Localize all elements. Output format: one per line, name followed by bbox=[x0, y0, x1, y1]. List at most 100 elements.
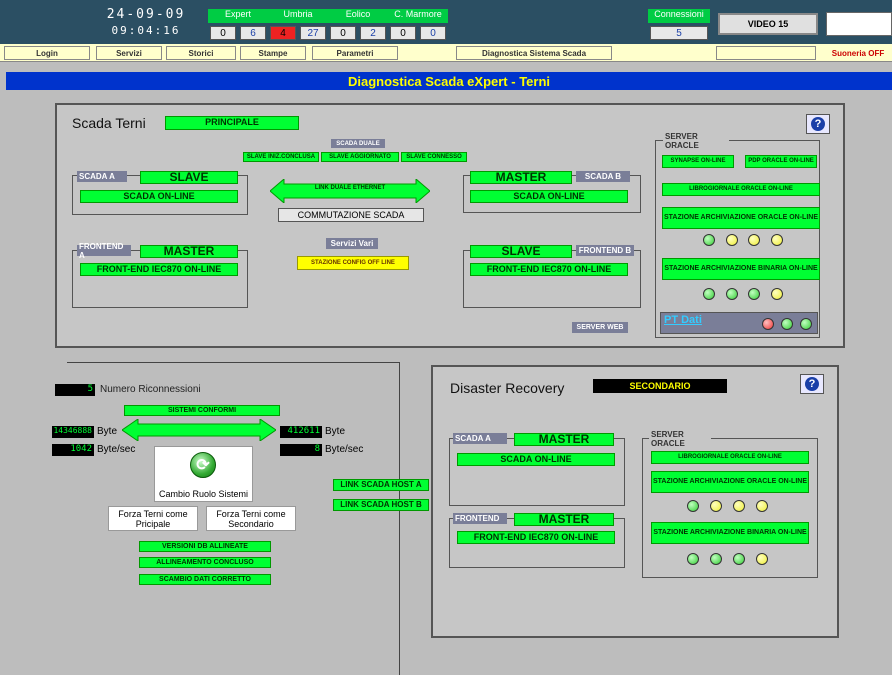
server-web-label: SERVER WEB bbox=[572, 322, 628, 333]
arch-oracle-status: STAZIONE ARCHIVIAZIONE ORACLE ON-LINE bbox=[662, 207, 820, 229]
pt-dati-link[interactable]: PT Dati bbox=[664, 314, 702, 326]
group-marmore-b: 0 bbox=[420, 26, 446, 40]
scada-a-label: SCADA A bbox=[77, 171, 127, 182]
dr-arch-oracle-status: STAZIONE ARCHIVIAZIONE ORACLE ON-LINE bbox=[651, 471, 809, 493]
left-rate-label: Byte/sec bbox=[97, 444, 136, 455]
login-button[interactable]: Login bbox=[4, 46, 90, 60]
dr-binaria-led-3 bbox=[733, 553, 745, 565]
dr-oracle-led-1 bbox=[687, 500, 699, 512]
dr-libro-status: LIBROGIORNALE ORACLE ON-LINE bbox=[651, 451, 809, 464]
help-icon: ? bbox=[805, 377, 819, 391]
refresh-icon: ⟳ bbox=[190, 452, 216, 478]
left-bytes-value: 14346888 bbox=[52, 426, 94, 438]
oracle-led-1 bbox=[703, 234, 715, 246]
empty-menu-slot bbox=[716, 46, 816, 60]
frontend-a-role: MASTER bbox=[140, 245, 238, 258]
group-umbria-a: 4 bbox=[270, 26, 296, 40]
link-duale-arrow bbox=[270, 179, 430, 203]
clock-time: 09:04:16 bbox=[111, 24, 181, 37]
group-expert-name: Expert bbox=[208, 9, 268, 23]
arch-binaria-status: STAZIONE ARCHIVIAZIONE BINARIA ON-LINE bbox=[662, 258, 820, 280]
libro-status: LIBROGIORNALE ORACLE ON-LINE bbox=[662, 183, 820, 196]
scada-a-role: SLAVE bbox=[140, 171, 238, 184]
group-expert[interactable]: Expert 0 6 bbox=[208, 9, 268, 42]
dr-oracle-led-2 bbox=[710, 500, 722, 512]
group-eolico[interactable]: Eolico 0 2 bbox=[328, 9, 388, 42]
left-rate-value: 1042 bbox=[52, 444, 94, 456]
pt-dati-led-2 bbox=[781, 318, 793, 330]
terni-help-button[interactable]: ? bbox=[806, 114, 830, 134]
dr-help-button[interactable]: ? bbox=[800, 374, 824, 394]
diagnostica-menu[interactable]: Diagnostica Sistema Scada bbox=[456, 46, 612, 60]
link-duale-arrow-shape bbox=[270, 179, 430, 203]
link-host-a: LINK SCADA HOST A bbox=[333, 479, 429, 491]
video-button[interactable]: VIDEO 15 bbox=[718, 13, 818, 35]
dr-arch-binaria-status: STAZIONE ARCHIVIAZIONE BINARIA ON-LINE bbox=[651, 522, 809, 544]
right-bytes-label: Byte bbox=[325, 426, 346, 437]
scambio-dati-status: SCAMBIO DATI CORRETTO bbox=[139, 574, 271, 585]
servizi-vari-label: Servizi Vari bbox=[326, 238, 378, 249]
link-duale-label: LINK DUALE ETHERNET bbox=[314, 185, 386, 191]
binaria-led-3 bbox=[748, 288, 760, 300]
link-bytes-arrow bbox=[122, 419, 276, 441]
forza-secondario-button[interactable]: Forza Terni come Secondario bbox=[206, 506, 296, 531]
servizi-menu[interactable]: Servizi bbox=[96, 46, 162, 60]
dr-scada-a-label: SCADA A bbox=[453, 433, 507, 444]
riconnessioni-value: 5 bbox=[55, 384, 95, 396]
dr-frontend-role: MASTER bbox=[514, 513, 614, 526]
group-marmore[interactable]: C. Marmore 0 0 bbox=[388, 9, 448, 42]
left-bytes-label: Byte bbox=[97, 426, 118, 437]
scada-b-label: SCADA B bbox=[576, 171, 630, 182]
scada-b-role: MASTER bbox=[470, 171, 572, 184]
parametri-menu[interactable]: Parametri bbox=[312, 46, 398, 60]
dr-binaria-led-4 bbox=[756, 553, 768, 565]
stazione-config-status: STAZIONE CONFIG OFF LINE bbox=[297, 256, 409, 270]
forza-principale-button[interactable]: Forza Terni come Pricipale bbox=[108, 506, 198, 531]
dr-oracle-led-3 bbox=[733, 500, 745, 512]
dr-frontend-status: FRONT-END IEC870 ON-LINE bbox=[457, 531, 615, 544]
dr-oracle-led-4 bbox=[756, 500, 768, 512]
oracle-label: SERVER ORACLE bbox=[663, 132, 729, 150]
page-title: Diagnostica Scada eXpert - Terni bbox=[6, 72, 892, 90]
dr-title: Disaster Recovery bbox=[450, 380, 565, 396]
right-bytes-value: 412611 bbox=[280, 426, 322, 438]
group-expert-a: 0 bbox=[210, 26, 236, 40]
pt-dati-led-1 bbox=[762, 318, 774, 330]
link-divider-top bbox=[67, 362, 399, 363]
connessioni[interactable]: Connessioni 5 bbox=[648, 9, 710, 42]
group-umbria[interactable]: Umbria 4 27 bbox=[268, 9, 328, 42]
link-divider-vertical bbox=[399, 362, 400, 675]
dr-scada-a-status: SCADA ON-LINE bbox=[457, 453, 615, 466]
frontend-b-label: FRONTEND B bbox=[576, 245, 634, 256]
connessioni-value: 5 bbox=[650, 26, 708, 40]
pt-dati-led-3 bbox=[800, 318, 812, 330]
suoneria-status[interactable]: Suoneria OFF bbox=[826, 46, 890, 60]
sistemi-conformi: SISTEMI CONFORMI bbox=[124, 405, 280, 416]
oracle-led-3 bbox=[748, 234, 760, 246]
group-marmore-a: 0 bbox=[390, 26, 416, 40]
group-eolico-b: 2 bbox=[360, 26, 386, 40]
binaria-led-1 bbox=[703, 288, 715, 300]
duale-status-3: SLAVE CONNESSO bbox=[401, 152, 467, 162]
commutazione-button[interactable]: COMMUTAZIONE SCADA bbox=[278, 208, 424, 222]
clock-date: 24-09-09 bbox=[106, 7, 186, 22]
binaria-led-4 bbox=[771, 288, 783, 300]
group-eolico-a: 0 bbox=[330, 26, 356, 40]
help-icon: ? bbox=[811, 117, 825, 131]
storici-menu[interactable]: Storici bbox=[166, 46, 236, 60]
stampe-menu[interactable]: Stampe bbox=[240, 46, 306, 60]
right-rate-label: Byte/sec bbox=[325, 444, 364, 455]
connessioni-label: Connessioni bbox=[648, 9, 710, 23]
dr-binaria-led-1 bbox=[687, 553, 699, 565]
video-display bbox=[826, 12, 892, 36]
duale-status-1: SLAVE INIZ.CONCLUSA bbox=[243, 152, 319, 162]
frontend-a-label: FRONTEND A bbox=[77, 242, 131, 260]
frontend-b-status: FRONT-END IEC870 ON-LINE bbox=[470, 263, 628, 276]
group-marmore-name: C. Marmore bbox=[388, 9, 448, 23]
frontend-a-status: FRONT-END IEC870 ON-LINE bbox=[80, 263, 238, 276]
duale-status-2: SLAVE AGGIORNATO bbox=[321, 152, 399, 162]
dr-mode: SECONDARIO bbox=[593, 379, 727, 393]
scada-a-status: SCADA ON-LINE bbox=[80, 190, 238, 203]
oracle-led-2 bbox=[726, 234, 738, 246]
dr-scada-a-frame bbox=[449, 438, 625, 506]
